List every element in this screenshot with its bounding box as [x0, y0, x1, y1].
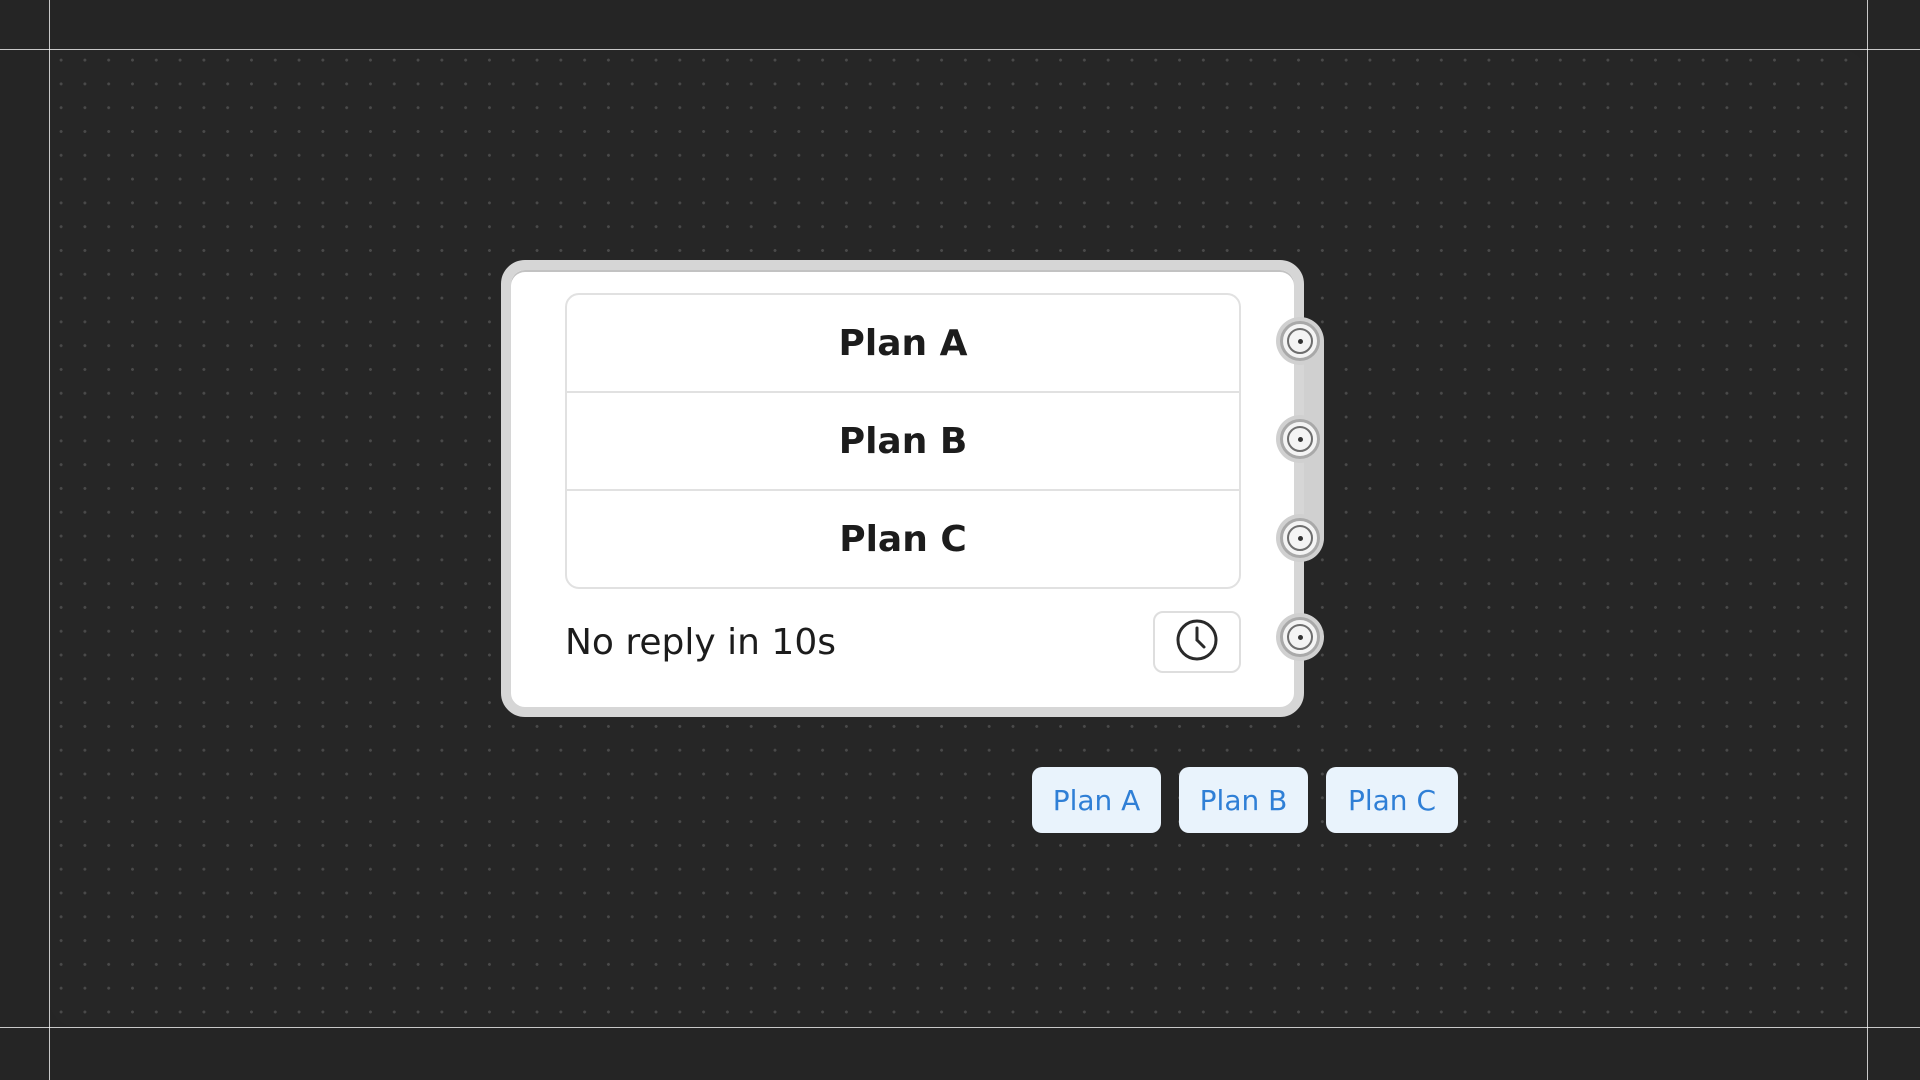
timeout-row: No reply in 10s: [565, 610, 1241, 674]
quick-reply-plan-c[interactable]: Plan C: [1326, 767, 1458, 833]
option-plan-a[interactable]: Plan A: [567, 295, 1239, 393]
port-ring-icon: [1287, 624, 1313, 650]
guide-line-left: [49, 0, 50, 1080]
option-plan-c[interactable]: Plan C: [567, 491, 1239, 587]
option-plan-b[interactable]: Plan B: [567, 393, 1239, 491]
options-list: Plan A Plan B Plan C: [565, 293, 1241, 589]
port-ring-icon: [1287, 525, 1313, 551]
guide-line-right: [1867, 0, 1868, 1080]
question-node[interactable]: Plan A Plan B Plan C No reply in 10s: [501, 260, 1304, 717]
timeout-label: No reply in 10s: [565, 621, 836, 663]
clock-icon: [1175, 618, 1219, 666]
guide-line-bottom: [0, 1027, 1920, 1028]
output-port-plan-b[interactable]: [1280, 419, 1320, 459]
quick-reply-plan-b[interactable]: Plan B: [1179, 767, 1308, 833]
port-ring-icon: [1287, 328, 1313, 354]
port-ring-icon: [1287, 426, 1313, 452]
quick-reply-plan-a[interactable]: Plan A: [1032, 767, 1161, 833]
guide-line-top: [0, 49, 1920, 50]
output-port-plan-c[interactable]: [1280, 518, 1320, 558]
output-port-plan-a[interactable]: [1280, 321, 1320, 361]
timer-button[interactable]: [1153, 611, 1241, 673]
output-port-timeout[interactable]: [1280, 617, 1320, 657]
